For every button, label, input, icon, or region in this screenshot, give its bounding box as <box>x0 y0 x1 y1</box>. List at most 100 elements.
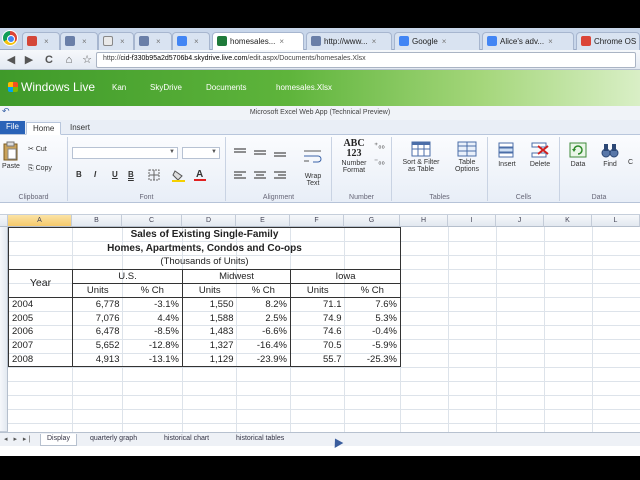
close-icon[interactable]: × <box>120 37 125 46</box>
close-icon[interactable]: × <box>442 37 447 46</box>
back-icon[interactable]: ◀ <box>4 53 18 67</box>
nav-documents[interactable]: Documents <box>206 83 246 92</box>
units-header[interactable]: Units <box>72 283 123 298</box>
nav-user[interactable]: Kan <box>112 83 126 92</box>
double-underline-button[interactable]: B <box>128 170 134 179</box>
tab-home[interactable]: Home <box>26 122 62 135</box>
browser-tab-3[interactable]: × <box>98 32 134 50</box>
browser-tab-http[interactable]: http://www... × <box>306 32 392 50</box>
column-header-j[interactable]: J <box>496 215 544 227</box>
us-units-cell[interactable]: 4,913 <box>72 352 123 368</box>
column-header-c[interactable]: C <box>122 215 182 227</box>
region-header-iowa[interactable]: Iowa <box>290 269 401 284</box>
us-units-cell[interactable]: 7,076 <box>73 311 123 325</box>
font-size-select[interactable]: ▼ <box>182 147 220 159</box>
us-pct-cell[interactable]: -8.5% <box>122 324 183 339</box>
insert-cells-button[interactable]: Insert <box>492 141 522 168</box>
us-pct-cell[interactable]: -12.8% <box>122 338 183 353</box>
table-subtitle[interactable]: (Thousands of Units) <box>8 255 401 270</box>
undo-icon[interactable]: ↶ <box>2 106 10 117</box>
sheet-nav-arrows[interactable]: ◂ ▸ ▸| <box>4 435 32 443</box>
tab-insert[interactable]: Insert <box>64 122 96 135</box>
alignment-icons[interactable] <box>232 145 292 181</box>
column-header-f[interactable]: F <box>290 215 344 227</box>
delete-cells-button[interactable]: Delete <box>524 141 556 168</box>
address-bar[interactable]: http://cid-f330b95a2d5706b4.skydrive.liv… <box>96 52 636 68</box>
region-header-us[interactable]: U.S. <box>72 269 183 284</box>
column-header-k[interactable]: K <box>544 215 592 227</box>
browser-tab-homesales[interactable]: homesales... × <box>212 32 304 51</box>
close-icon[interactable]: × <box>279 37 284 46</box>
table-title-2[interactable]: Homes, Apartments, Condos and Co-ops <box>8 241 401 256</box>
midwest-units-cell[interactable]: 1,588 <box>183 311 237 325</box>
sheet-tab-quarterly-graph[interactable]: quarterly graph <box>84 434 143 446</box>
year-cell[interactable]: 2007 <box>8 338 73 353</box>
reload-icon[interactable]: C <box>42 53 56 67</box>
column-header-i[interactable]: I <box>448 215 496 227</box>
year-cell[interactable]: 2008 <box>8 352 73 368</box>
number-format-button[interactable]: ABC 123 Number Format <box>334 139 374 175</box>
browser-tab-4[interactable]: × <box>134 32 172 50</box>
iowa-units-cell[interactable]: 71.1 <box>291 297 345 311</box>
units-header[interactable]: Units <box>182 283 237 298</box>
row-header-strip[interactable] <box>0 227 8 432</box>
data-refresh-button[interactable]: Data <box>564 141 592 168</box>
us-pct-cell[interactable]: -3.1% <box>122 297 183 312</box>
browser-tab-gmail[interactable]: × <box>22 32 60 50</box>
iowa-pct-cell[interactable]: -5.9% <box>344 338 401 353</box>
midwest-units-cell[interactable]: 1,129 <box>182 352 237 368</box>
column-header-a[interactable]: A <box>8 215 72 227</box>
paste-button[interactable]: Paste <box>0 141 22 170</box>
pct-header[interactable]: % Ch <box>122 283 183 298</box>
midwest-pct-cell[interactable]: 2.5% <box>236 311 291 325</box>
midwest-pct-cell[interactable]: -23.9% <box>236 352 291 368</box>
year-cell[interactable]: 2005 <box>8 311 73 325</box>
forward-icon[interactable]: ▶ <box>22 53 36 67</box>
close-icon[interactable]: × <box>156 37 161 46</box>
nav-skydrive[interactable]: SkyDrive <box>150 83 182 92</box>
decrease-decimal-icon[interactable]: ⁻₀₀ <box>374 157 385 166</box>
midwest-pct-cell[interactable]: -6.6% <box>236 324 291 339</box>
midwest-units-cell[interactable]: 1,550 <box>183 297 237 311</box>
column-header-l[interactable]: L <box>592 215 640 227</box>
sheet-tab-display[interactable]: Display <box>40 434 77 446</box>
star-icon[interactable]: ☆ <box>80 53 94 67</box>
column-header-b[interactable]: B <box>72 215 122 227</box>
italic-button[interactable]: I <box>94 170 96 179</box>
column-header-d[interactable]: D <box>182 215 236 227</box>
us-units-cell[interactable]: 6,478 <box>73 325 123 339</box>
sheet-tab-historical-chart[interactable]: historical chart <box>158 434 215 446</box>
sort-filter-button[interactable]: Sort & Filter as Table <box>394 141 448 173</box>
iowa-pct-cell[interactable]: -0.4% <box>344 324 401 339</box>
sheet-tab-historical-tables[interactable]: historical tables <box>230 434 290 446</box>
midwest-pct-cell[interactable]: -16.4% <box>236 338 291 353</box>
fill-color-button[interactable] <box>172 169 186 184</box>
cut-button[interactable]: ✂ Cut <box>28 145 47 153</box>
close-icon[interactable]: × <box>372 37 377 46</box>
close-icon[interactable]: × <box>194 37 199 46</box>
font-name-select[interactable]: ▼ <box>72 147 178 159</box>
us-pct-cell[interactable]: 4.4% <box>122 311 183 325</box>
us-pct-cell[interactable]: -13.1% <box>122 352 183 368</box>
column-header-e[interactable]: E <box>236 215 290 227</box>
iowa-pct-cell[interactable]: -25.3% <box>344 352 401 368</box>
browser-tab-google[interactable]: Google × <box>394 32 480 50</box>
font-color-button[interactable]: A <box>194 168 206 183</box>
year-cell[interactable]: 2006 <box>8 324 73 339</box>
midwest-units-cell[interactable]: 1,483 <box>183 325 237 339</box>
column-header-g[interactable]: G <box>344 215 400 227</box>
browser-tab-alice[interactable]: Alice's adv... × <box>482 32 574 50</box>
bold-button[interactable]: B <box>76 170 82 179</box>
units-header[interactable]: Units <box>290 283 345 298</box>
tab-file[interactable]: File <box>0 121 25 134</box>
windows-live-logo[interactable]: Windows Live <box>8 80 95 94</box>
chrome-logo-icon[interactable] <box>2 30 18 46</box>
midwest-units-cell[interactable]: 1,327 <box>183 339 237 353</box>
close-icon[interactable]: × <box>44 37 49 46</box>
home-icon[interactable]: ⌂ <box>62 53 76 67</box>
close-icon[interactable]: × <box>82 37 87 46</box>
nav-file[interactable]: homesales.Xlsx <box>276 83 332 92</box>
spreadsheet-grid[interactable]: A B C D E F G H I J K L Sales of Existin… <box>0 215 640 432</box>
close-icon[interactable]: × <box>548 37 553 46</box>
borders-button[interactable] <box>148 169 160 183</box>
